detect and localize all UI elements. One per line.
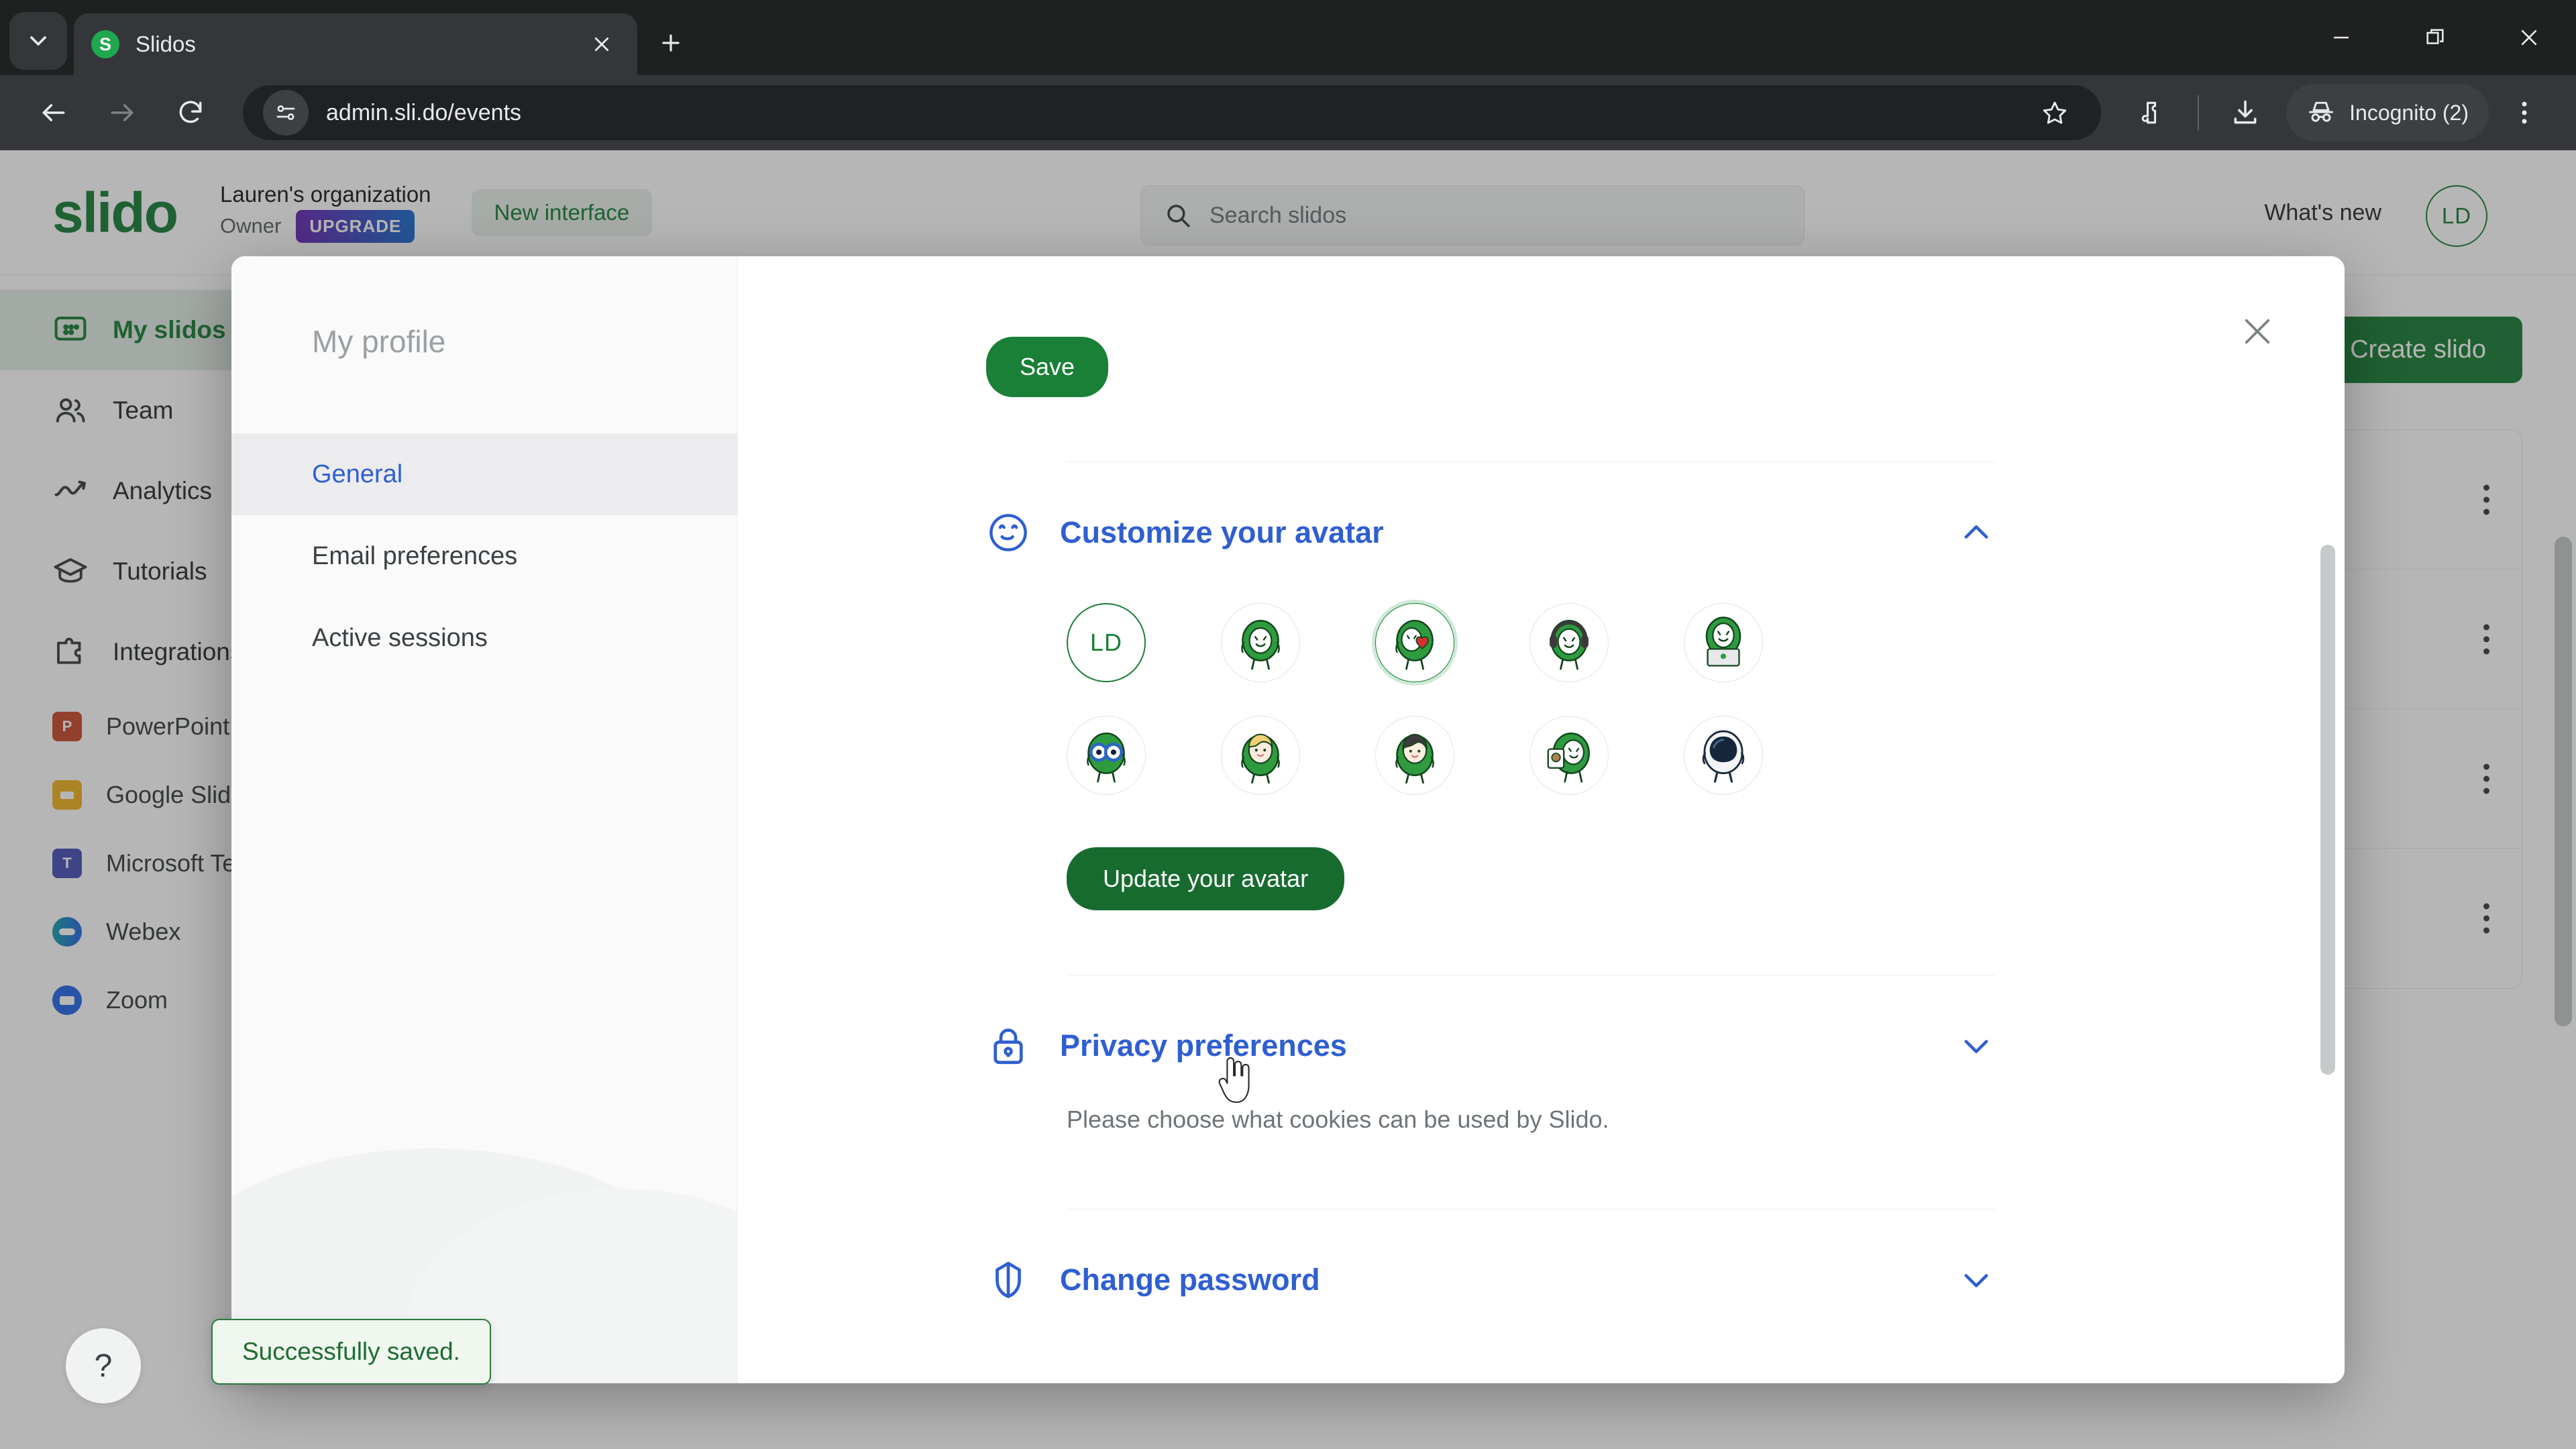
modal-scroll-region: Save Customize your avatar LD Update you… xyxy=(738,256,2345,1383)
avatar-option-laptop[interactable] xyxy=(1684,603,1763,682)
close-icon[interactable] xyxy=(2228,302,2287,361)
section-title: Privacy preferences xyxy=(1060,1028,1347,1063)
section-privacy-preferences: Privacy preferences Please choose what c… xyxy=(986,975,1996,1134)
avatar-laptop-glyph xyxy=(1705,616,1741,667)
avatar-darkhair-glyph xyxy=(1395,733,1434,784)
page-title: My profile xyxy=(312,324,446,359)
browser-tabstrip: S Slidos xyxy=(0,0,2576,75)
chevron-down-icon[interactable] xyxy=(1957,1260,1996,1299)
favicon-letter: S xyxy=(99,34,111,54)
avatar-initials-label: LD xyxy=(1089,629,1123,656)
download-icon[interactable] xyxy=(2216,84,2274,142)
section-title: Customize your avatar xyxy=(1060,515,1384,549)
avatar-option-smiling[interactable] xyxy=(1221,603,1300,682)
browser-toolbar: admin.sli.do/events Incognito (2) xyxy=(0,75,2576,150)
my-profile-modal: My profile General Email preferences Act… xyxy=(231,256,2345,1383)
tab-close-icon[interactable] xyxy=(584,26,620,62)
browser-tab[interactable]: S Slidos xyxy=(74,13,637,75)
window-controls xyxy=(2294,0,2576,75)
section-header[interactable]: Privacy preferences xyxy=(986,1024,1996,1068)
avatar-option-glasses[interactable] xyxy=(1067,716,1146,795)
avatar-option-coffee[interactable] xyxy=(1529,716,1609,795)
avatar-astronaut-glyph xyxy=(1702,730,1745,783)
chevron-down-icon[interactable] xyxy=(1957,1026,1996,1065)
incognito-label: Incognito (2) xyxy=(2349,100,2469,125)
modal-sidebar: My profile General Email preferences Act… xyxy=(231,256,835,1383)
avatar-grid: LD xyxy=(986,603,1996,795)
avatar-headphones-glyph xyxy=(1550,619,1589,670)
modal-scrollbar[interactable] xyxy=(2320,545,2335,1075)
avatar-smiling-glyph xyxy=(1241,619,1280,670)
avatar-coffee-glyph xyxy=(1547,732,1590,783)
avatar-option-heart[interactable] xyxy=(1375,603,1454,682)
help-button[interactable]: ? xyxy=(66,1328,141,1403)
avatar-option-blonde-hair[interactable] xyxy=(1221,716,1300,795)
tab-search-icon[interactable] xyxy=(9,12,67,70)
maximize-icon[interactable] xyxy=(2388,0,2482,75)
new-tab-icon[interactable] xyxy=(645,17,696,68)
section-header[interactable]: Customize your avatar xyxy=(986,511,1996,555)
section-title: Change password xyxy=(1060,1263,1320,1297)
modal-nav-list: General Email preferences Active session… xyxy=(231,433,737,679)
back-arrow-icon[interactable] xyxy=(23,82,85,144)
save-button[interactable]: Save xyxy=(986,337,1109,397)
tab-active-sessions[interactable]: Active sessions xyxy=(231,597,737,679)
close-icon[interactable] xyxy=(2482,0,2576,75)
section-header[interactable]: Change password xyxy=(986,1258,1996,1302)
address-bar[interactable]: admin.sli.do/events xyxy=(243,85,2102,140)
avatar-option-current-initials[interactable]: LD xyxy=(1067,603,1146,682)
toolbar-divider xyxy=(2198,95,2200,130)
key-icon xyxy=(986,1258,1030,1302)
page-scrollbar[interactable] xyxy=(2555,537,2572,1026)
avatar-blonde-glyph xyxy=(1241,733,1280,784)
page-viewport: slido Lauren's organization Owner UPGRAD… xyxy=(0,150,2576,1449)
avatar-heart-glyph xyxy=(1395,619,1434,670)
puzzle-piece-icon[interactable] xyxy=(2123,84,2180,142)
browser-window: S Slidos admin.sli.do/events Incognito (… xyxy=(0,0,2576,1449)
tab-general[interactable]: General xyxy=(231,433,737,515)
site-settings-icon[interactable] xyxy=(263,90,309,136)
update-avatar-button[interactable]: Update your avatar xyxy=(1067,847,1345,910)
avatar-option-dark-hair[interactable] xyxy=(1375,716,1454,795)
url-text: admin.sli.do/events xyxy=(326,99,522,125)
mouse-cursor xyxy=(1218,1057,1250,1104)
tab-email-preferences[interactable]: Email preferences xyxy=(231,515,737,597)
nav-item-label: General xyxy=(312,460,403,488)
smiley-face-icon xyxy=(986,511,1030,555)
avatar-option-headphones[interactable] xyxy=(1529,603,1609,682)
section-change-password: Change password xyxy=(986,1210,1996,1302)
avatar-glasses-glyph xyxy=(1087,732,1126,783)
three-dot-menu-icon[interactable] xyxy=(2496,84,2553,142)
nav-item-label: Active sessions xyxy=(312,623,488,652)
reload-icon[interactable] xyxy=(160,82,221,144)
minimize-icon[interactable] xyxy=(2294,0,2388,75)
modal-content: Save Customize your avatar LD Update you… xyxy=(738,256,2345,1383)
section-customize-avatar: Customize your avatar LD Update your ava… xyxy=(986,462,1996,910)
status-toast: Successfully saved. xyxy=(211,1319,491,1385)
avatar-option-astronaut[interactable] xyxy=(1684,716,1763,795)
chevron-up-icon[interactable] xyxy=(1957,513,1996,552)
privacy-description: Please choose what cookies can be used b… xyxy=(1067,1106,1609,1133)
slido-favicon: S xyxy=(91,30,119,58)
incognito-profile-button[interactable]: Incognito (2) xyxy=(2286,84,2489,142)
tab-title: Slidos xyxy=(136,32,196,56)
forward-arrow-icon xyxy=(91,82,153,144)
star-icon[interactable] xyxy=(2029,87,2081,139)
nav-item-label: Email preferences xyxy=(312,541,518,570)
lock-icon xyxy=(986,1024,1030,1068)
